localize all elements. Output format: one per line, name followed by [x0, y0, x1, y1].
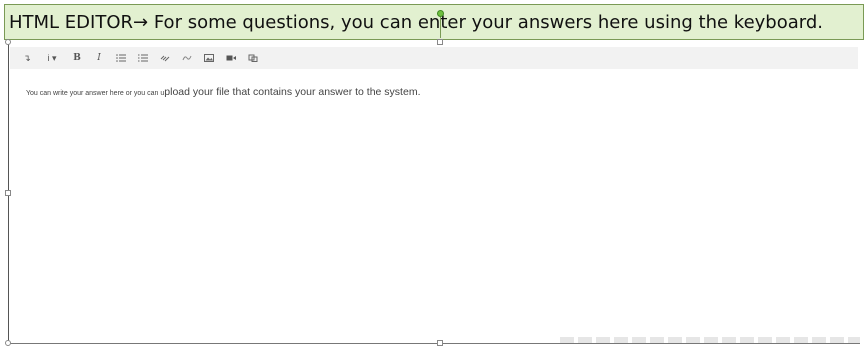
media-embed-icon[interactable] — [244, 49, 262, 67]
rotation-handle[interactable] — [437, 10, 444, 17]
selection-handle-top-center[interactable] — [437, 39, 443, 45]
selection-handle-top-left[interactable] — [5, 39, 11, 45]
bold-icon[interactable]: B — [68, 49, 86, 67]
callout-arrow-icon: → — [133, 12, 149, 33]
answer-text-part-1: You can write your answer here or you ca… — [26, 90, 165, 97]
callout-text: HTML EDITOR→ For some questions, you can… — [9, 5, 823, 41]
editor-status-bar — [560, 337, 860, 343]
answer-text-part-2: pload your file that contains your answe… — [164, 86, 421, 98]
selection-handle-bottom-left[interactable] — [5, 340, 11, 346]
info-dropdown-icon[interactable]: i ▾ — [40, 49, 64, 67]
editor-content-area[interactable]: You can write your answer here or you ca… — [26, 82, 846, 100]
italic-icon[interactable]: I — [90, 49, 108, 67]
video-icon[interactable] — [222, 49, 240, 67]
callout-description: For some questions, you can enter your a… — [148, 12, 823, 33]
selection-handle-middle-left[interactable] — [5, 190, 11, 196]
unlink-icon[interactable] — [178, 49, 196, 67]
selection-handle-bottom-center[interactable] — [437, 340, 443, 346]
rotation-connector — [440, 16, 441, 38]
callout-title: HTML EDITOR — [9, 12, 134, 33]
instruction-callout: HTML EDITOR→ For some questions, you can… — [4, 4, 864, 40]
paragraph-icon[interactable]: ↴ — [18, 49, 36, 67]
bullet-list-icon[interactable] — [112, 49, 130, 67]
image-icon[interactable] — [200, 49, 218, 67]
link-icon[interactable] — [156, 49, 174, 67]
numbered-list-icon[interactable] — [134, 49, 152, 67]
editor-toolbar: ↴ i ▾ B I — [10, 47, 858, 69]
